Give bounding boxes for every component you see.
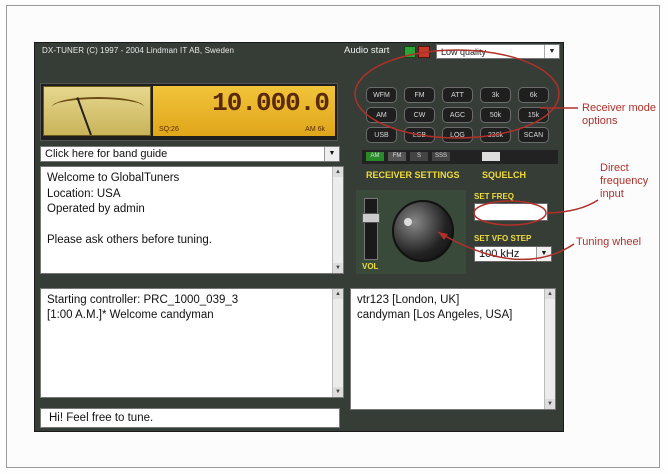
mode-button-3k[interactable]: 3k — [480, 87, 511, 103]
info-scrollbar[interactable]: ▲ ▼ — [332, 167, 343, 273]
mode-button-50k[interactable]: 50k — [480, 107, 511, 123]
chevron-down-icon[interactable]: ▼ — [544, 45, 559, 58]
receiver-modes-annotation: Receiver mode options — [582, 102, 656, 127]
mode-readout: AM 6k — [305, 126, 325, 133]
audio-quality-select[interactable]: Low quality ▼ — [436, 44, 560, 59]
set-vfo-step-label: SET VFO STEP — [474, 234, 532, 243]
chat-line: [1:00 A.M.]* Welcome candyman — [47, 309, 214, 321]
mode-button-att[interactable]: ATT — [442, 87, 473, 103]
title-bar: DX-TUNER (C) 1997 - 2004 Lindman IT AB, … — [34, 42, 564, 62]
mode-button-scan[interactable]: SCAN — [518, 127, 549, 143]
audio-stop-button[interactable] — [418, 46, 430, 58]
direct-freq-annotation: Direct frequency input — [600, 162, 649, 200]
info-line: Please ask others before tuning. — [47, 234, 212, 246]
mode-button-agc[interactable]: AGC — [442, 107, 473, 123]
mode-button-am[interactable]: AM — [366, 107, 397, 123]
volume-slider-handle[interactable] — [362, 213, 380, 223]
chat-log: Starting controller: PRC_1000_039_3 [1:0… — [40, 288, 344, 398]
tuning-wheel[interactable] — [392, 200, 454, 262]
scroll-down-icon[interactable]: ▼ — [545, 399, 555, 409]
user-list-scrollbar[interactable]: ▲ ▼ — [544, 289, 555, 409]
audio-start-button[interactable] — [404, 46, 416, 58]
indicator-sss: SSS — [432, 152, 450, 161]
info-line — [47, 218, 337, 234]
info-panel: Welcome to GlobalTuners Location: USA Op… — [40, 166, 344, 274]
user-entry: candyman [Los Angeles, USA] — [357, 309, 513, 321]
mode-button-usb[interactable]: USB — [366, 127, 397, 143]
status-indicators: AM FM S SSS — [362, 150, 558, 164]
chat-input[interactable]: Hi! Feel free to tune. — [40, 408, 340, 428]
volume-tuning-area: VOL — [356, 190, 466, 274]
chat-scrollbar[interactable]: ▲ ▼ — [332, 289, 343, 397]
scroll-up-icon[interactable]: ▲ — [333, 289, 343, 299]
mode-button-15k[interactable]: 15k — [518, 107, 549, 123]
indicator-fm: FM — [388, 152, 406, 161]
audio-quality-value: Low quality — [441, 47, 487, 57]
scroll-up-icon[interactable]: ▲ — [545, 289, 555, 299]
info-line: Location: USA — [47, 187, 121, 200]
chevron-down-icon[interactable]: ▼ — [324, 147, 339, 161]
mode-button-230k[interactable]: 230k — [480, 127, 511, 143]
user-entry: vtr123 [London, UK] — [357, 294, 460, 306]
tuning-wheel-dot-icon — [404, 218, 412, 226]
indicator-light — [482, 152, 500, 161]
user-list: vtr123 [London, UK] candyman [Los Angele… — [350, 288, 556, 410]
band-guide-select[interactable]: Click here for band guide ▼ — [40, 146, 340, 162]
audio-start-label: Audio start — [344, 45, 390, 56]
mode-button-6k[interactable]: 6k — [518, 87, 549, 103]
tuning-wheel-annotation: Tuning wheel — [576, 236, 642, 248]
chevron-down-icon[interactable]: ▼ — [536, 247, 551, 261]
band-guide-value: Click here for band guide — [45, 148, 168, 160]
set-freq-label: SET FREQ — [474, 192, 515, 201]
tuner-display: 10.000.0 SQ:26 AM 6k — [40, 83, 338, 141]
vfo-step-select[interactable]: 100 kHz ▼ — [474, 246, 552, 262]
frequency-readout: 10.000.0 — [212, 88, 330, 118]
volume-slider[interactable] — [362, 198, 380, 260]
signal-meter — [43, 86, 151, 136]
indicator-am: AM — [366, 152, 384, 161]
meter-scale — [52, 97, 144, 117]
scroll-down-icon[interactable]: ▼ — [333, 263, 343, 273]
info-line: Operated by admin — [47, 203, 145, 215]
receiver-mode-buttons: WFM FM ATT 3k 6k AM CW AGC 50k 15k USB L… — [362, 83, 560, 147]
squelch-button[interactable]: SQUELCH — [482, 170, 526, 180]
scroll-up-icon[interactable]: ▲ — [333, 167, 343, 177]
frequency-panel: 10.000.0 SQ:26 AM 6k — [153, 86, 335, 136]
indicator-s: S — [410, 152, 428, 161]
chat-line: Starting controller: PRC_1000_039_3 — [47, 294, 239, 306]
squelch-readout: SQ:26 — [159, 126, 179, 133]
mode-button-log[interactable]: LOG — [442, 127, 473, 143]
receiver-settings-button[interactable]: RECEIVER SETTINGS — [366, 170, 460, 180]
mode-button-cw[interactable]: CW — [404, 107, 435, 123]
app-title: DX-TUNER (C) 1997 - 2004 Lindman IT AB, … — [42, 46, 235, 55]
frequency-input[interactable] — [474, 203, 548, 221]
mode-button-lsb[interactable]: LSB — [404, 127, 435, 143]
mode-button-wfm[interactable]: WFM — [366, 87, 397, 103]
mode-button-fm[interactable]: FM — [404, 87, 435, 103]
vol-label: VOL — [362, 262, 379, 271]
vfo-step-value: 100 kHz — [479, 248, 520, 260]
info-line: Welcome to GlobalTuners — [47, 172, 180, 184]
scroll-down-icon[interactable]: ▼ — [333, 387, 343, 397]
